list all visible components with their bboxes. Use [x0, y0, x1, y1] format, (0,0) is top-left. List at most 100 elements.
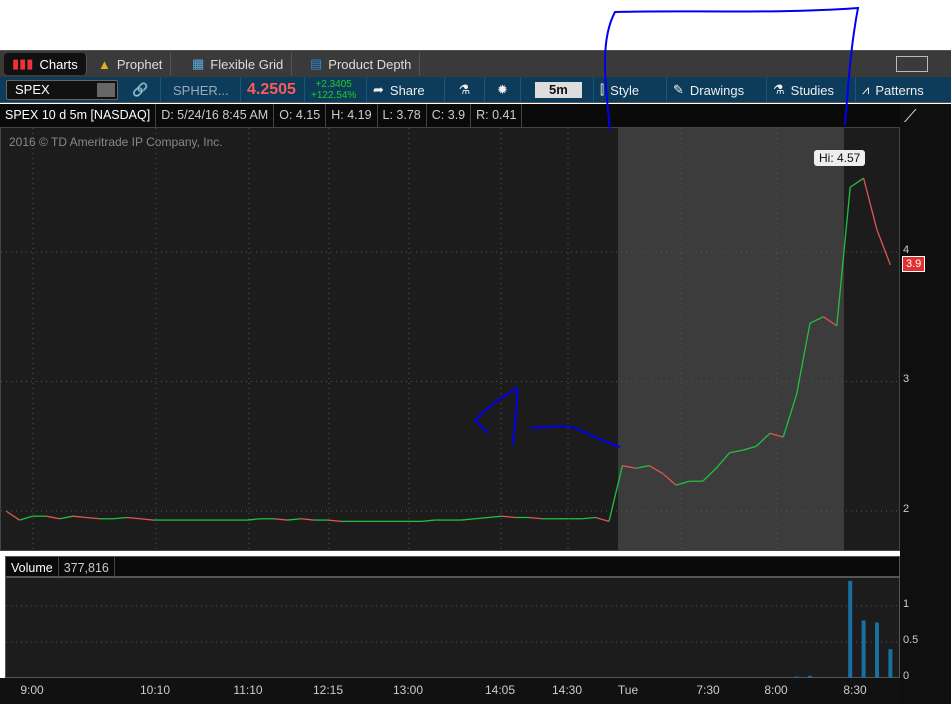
time-label: 14:30: [551, 683, 583, 697]
price-segment: [421, 519, 435, 523]
flask-icon: ⚗: [458, 82, 471, 97]
price-segment: [86, 516, 100, 520]
price-segment: [836, 187, 851, 326]
company-name: SPHER...: [160, 77, 235, 103]
price-segment: [528, 516, 543, 520]
link-icon: 🔗: [132, 82, 149, 97]
bar-open: O: 4.15: [274, 104, 327, 127]
window-button[interactable]: [896, 56, 928, 72]
price-tick: 2: [903, 503, 910, 515]
time-label: 10:10: [139, 683, 171, 697]
price-segment: [795, 323, 811, 395]
time-label: 12:15: [312, 683, 344, 697]
patterns-icon: ⩘: [862, 82, 870, 97]
time-label: 11:10: [233, 683, 263, 697]
last-price: 4.2505: [240, 77, 302, 103]
price-segment: [742, 445, 757, 451]
flask-icon: ⚗: [773, 82, 785, 97]
candlestick-icon: ⫿: [600, 82, 605, 97]
price-segment: [59, 515, 74, 520]
tab-prophet[interactable]: ▲ Prophet: [90, 53, 172, 75]
price-plot: [1, 128, 901, 552]
pencil-icon: ✎: [673, 82, 684, 97]
high-bubble: Hi: 4.57: [814, 150, 866, 166]
bar-low: L: 3.78: [378, 104, 427, 127]
price-segment: [648, 465, 663, 475]
price-segment: [139, 518, 154, 521]
bar-date: D: 5/24/16 8:45 AM: [156, 104, 275, 127]
price-segment: [635, 465, 650, 469]
time-label: 14:05: [484, 683, 516, 697]
settings-button[interactable]: ✹: [484, 77, 520, 103]
price-segment: [113, 516, 127, 520]
price-segment: [702, 467, 717, 482]
timeframe-select[interactable]: 5m: [520, 77, 592, 103]
price-segment: [300, 518, 315, 521]
tab-flexible-grid[interactable]: ▦ Flexible Grid: [184, 53, 293, 75]
bar-close: C: 3.9: [427, 104, 472, 127]
volume-bar: [861, 620, 866, 678]
price-segment: [876, 229, 892, 266]
tab-bar: ▮▮▮ Charts ▲ Prophet ▦ Flexible Grid ▤ Produ…: [0, 50, 951, 77]
chart-toolbar: SPEX 🔗 SPHER... 4.2505 +2.3405 +122.54% ➦…: [0, 77, 951, 103]
gear-icon: ✹: [497, 82, 508, 97]
price-segment: [608, 465, 624, 522]
price-segment: [862, 178, 878, 231]
price-segment: [488, 515, 502, 519]
style-button[interactable]: ⫿ Style: [593, 77, 645, 103]
time-label: 8:00: [764, 683, 788, 697]
volume-bar: [875, 622, 879, 678]
volume-tick: 0: [903, 670, 910, 682]
bar-chart-icon: ▮▮▮: [12, 56, 34, 71]
price-segment: [809, 316, 824, 324]
chart-info-bar: SPEX 10 d 5m [NASDAQ] D: 5/24/16 8:45 AM…: [0, 104, 900, 127]
chevron-down-icon[interactable]: [97, 83, 115, 97]
price-segment: [582, 516, 596, 520]
price-chart[interactable]: 2016 © TD Ameritrade IP Company, Inc. Hi…: [0, 127, 901, 552]
volume-chart[interactable]: [5, 577, 901, 678]
time-label: 9:00: [20, 683, 44, 697]
price-segment: [595, 516, 610, 522]
time-axis[interactable]: 9:00 10:10 11:10 12:15 13:00 14:05 14:30…: [0, 678, 900, 704]
grid-icon: ▦: [192, 56, 205, 71]
symbol-input[interactable]: SPEX: [6, 80, 118, 100]
volume-header: Volume 377,816: [5, 556, 900, 580]
price-segment: [782, 394, 798, 438]
price-segment: [273, 518, 288, 521]
price-segment: [622, 465, 636, 469]
price-tick: 3: [903, 373, 910, 385]
studies-button[interactable]: ⚗ Studies: [766, 77, 840, 103]
price-segment: [849, 177, 864, 188]
volume-bar: [848, 580, 853, 678]
chart-title: SPEX 10 d 5m [NASDAQ]: [0, 104, 157, 127]
volume-tick: 0.5: [903, 634, 919, 646]
bar-high: H: 4.19: [326, 104, 378, 127]
price-segment: [823, 316, 838, 327]
price-segment: [19, 515, 33, 521]
price-segment: [662, 472, 677, 486]
price-segment: [474, 516, 489, 520]
time-label: 8:30: [843, 683, 867, 697]
tab-charts[interactable]: ▮▮▮ Charts: [4, 53, 87, 75]
price-segment: [729, 449, 744, 454]
depth-chart-icon: ▤: [310, 56, 323, 71]
price-segment: [72, 515, 87, 519]
price-segment: [46, 515, 60, 520]
share-button[interactable]: ➦ Share: [366, 77, 431, 103]
price-segment: [461, 518, 476, 521]
price-segment: [5, 510, 20, 521]
tab-product-depth[interactable]: ▤ Product Depth: [302, 53, 421, 75]
share-icon: ➦: [373, 82, 384, 97]
price-segment: [715, 452, 731, 469]
scale-icon[interactable]: ⟋: [904, 106, 917, 127]
drawings-button[interactable]: ✎ Drawings: [666, 77, 750, 103]
volume-plot: [6, 580, 901, 678]
price-segment: [126, 516, 141, 520]
bar-range: R: 0.41: [471, 104, 523, 127]
flask-button[interactable]: ⚗: [444, 77, 484, 103]
price-axis[interactable]: [900, 104, 951, 704]
price-tick: 4: [903, 244, 910, 256]
link-button[interactable]: 🔗: [126, 77, 154, 103]
price-segment: [755, 432, 771, 447]
patterns-button[interactable]: ⩘ Patterns: [855, 77, 930, 103]
